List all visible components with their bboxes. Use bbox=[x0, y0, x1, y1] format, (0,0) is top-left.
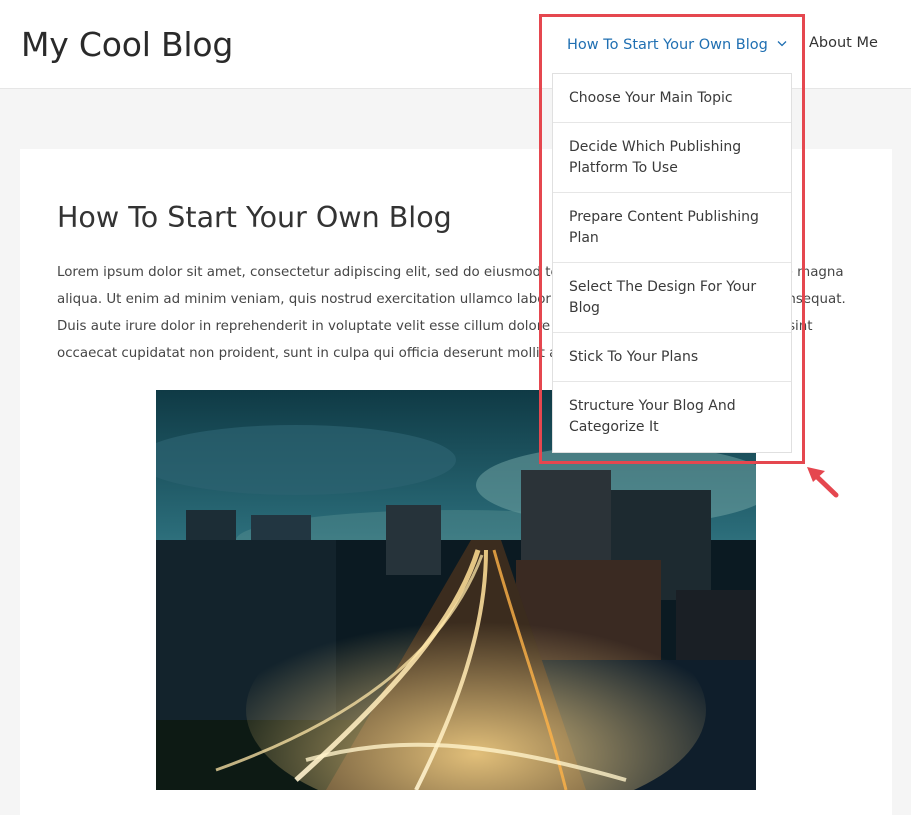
post-title: How To Start Your Own Blog bbox=[57, 201, 452, 234]
arrow-pointer-icon bbox=[807, 467, 839, 498]
submenu-item-structure-blog[interactable]: Structure Your Blog And Categorize It bbox=[553, 382, 791, 452]
nav-item-how-to-start[interactable]: How To Start Your Own Blog bbox=[567, 35, 787, 55]
submenu-item-select-design[interactable]: Select The Design For Your Blog bbox=[553, 263, 791, 333]
chevron-down-icon bbox=[777, 35, 787, 51]
submenu-item-choose-topic[interactable]: Choose Your Main Topic bbox=[553, 74, 791, 123]
submenu-item-publishing-platform[interactable]: Decide Which Publishing Platform To Use bbox=[553, 123, 791, 193]
nav-item-about-me[interactable]: About Me bbox=[809, 35, 878, 55]
submenu-dropdown: Choose Your Main Topic Decide Which Publ… bbox=[552, 73, 792, 453]
submenu-item-content-plan[interactable]: Prepare Content Publishing Plan bbox=[553, 193, 791, 263]
site-title[interactable]: My Cool Blog bbox=[21, 25, 233, 64]
nav-item-label: How To Start Your Own Blog bbox=[567, 37, 768, 53]
submenu-item-stick-to-plans[interactable]: Stick To Your Plans bbox=[553, 333, 791, 382]
